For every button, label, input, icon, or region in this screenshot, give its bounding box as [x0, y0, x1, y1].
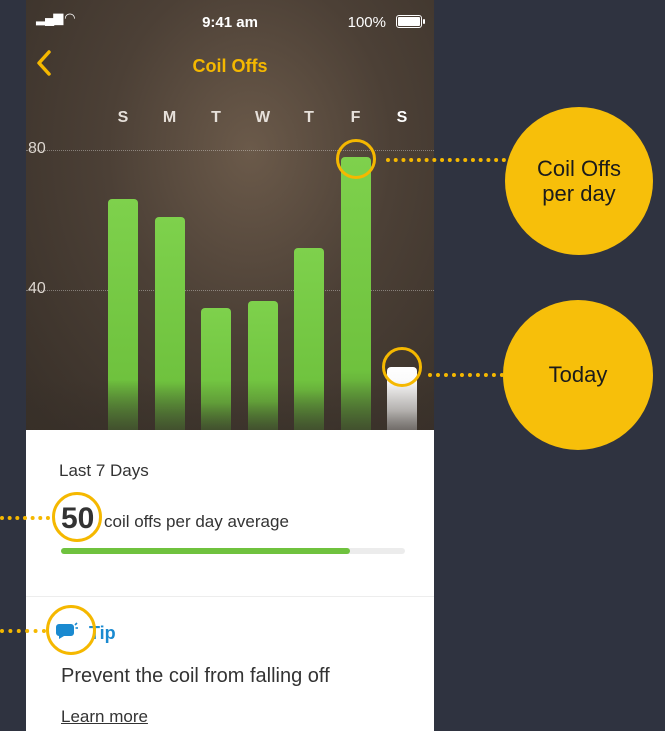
average-progress-bar: [61, 548, 405, 554]
callout-per-day-text: Coil Offs per day: [537, 155, 621, 206]
connector-average: [0, 516, 50, 520]
highlight-ring-tip: [46, 605, 96, 655]
learn-more-link[interactable]: Learn more: [61, 707, 148, 727]
y-tick-label: 80: [28, 140, 46, 157]
highlight-ring-today: [382, 347, 422, 387]
page-title: Coil Offs: [192, 56, 268, 76]
day-label: S: [396, 109, 408, 126]
gridline-40: [26, 290, 434, 291]
callout-today-text: Today: [548, 362, 608, 388]
battery-icon: [396, 15, 425, 28]
highlight-ring-average: [52, 492, 102, 542]
day-label: M: [162, 109, 177, 126]
period-label: Last 7 Days: [59, 461, 149, 480]
chart-fade: [26, 380, 434, 430]
connector-per-day: [386, 158, 506, 162]
callout-today: Today: [503, 300, 653, 450]
divider: [26, 596, 434, 597]
average-label: coil offs per day average: [104, 512, 289, 531]
day-label: T: [211, 109, 221, 126]
average-progress-fill: [61, 548, 350, 554]
callout-per-day: Coil Offs per day: [505, 107, 653, 255]
day-label: S: [117, 109, 129, 126]
day-label: F: [350, 109, 361, 126]
summary-card: Last 7 Days 50 coil offs per day average…: [26, 430, 434, 731]
highlight-ring-peak: [335, 139, 376, 179]
connector-today: [428, 373, 504, 377]
y-tick-label: 40: [28, 280, 46, 297]
tip-text: Prevent the coil from falling off: [61, 665, 330, 687]
chart-panel: ▂▄▆ ◠ 9:41 am 100% Coil Offs 80 40 S M T W T F S: [26, 0, 434, 430]
day-label: W: [254, 109, 271, 126]
day-label: T: [304, 109, 314, 126]
battery-percent: 100%: [347, 14, 386, 31]
status-bar: ▂▄▆ ◠ 9:41 am 100%: [26, 0, 434, 32]
connector-tip: [0, 629, 46, 633]
